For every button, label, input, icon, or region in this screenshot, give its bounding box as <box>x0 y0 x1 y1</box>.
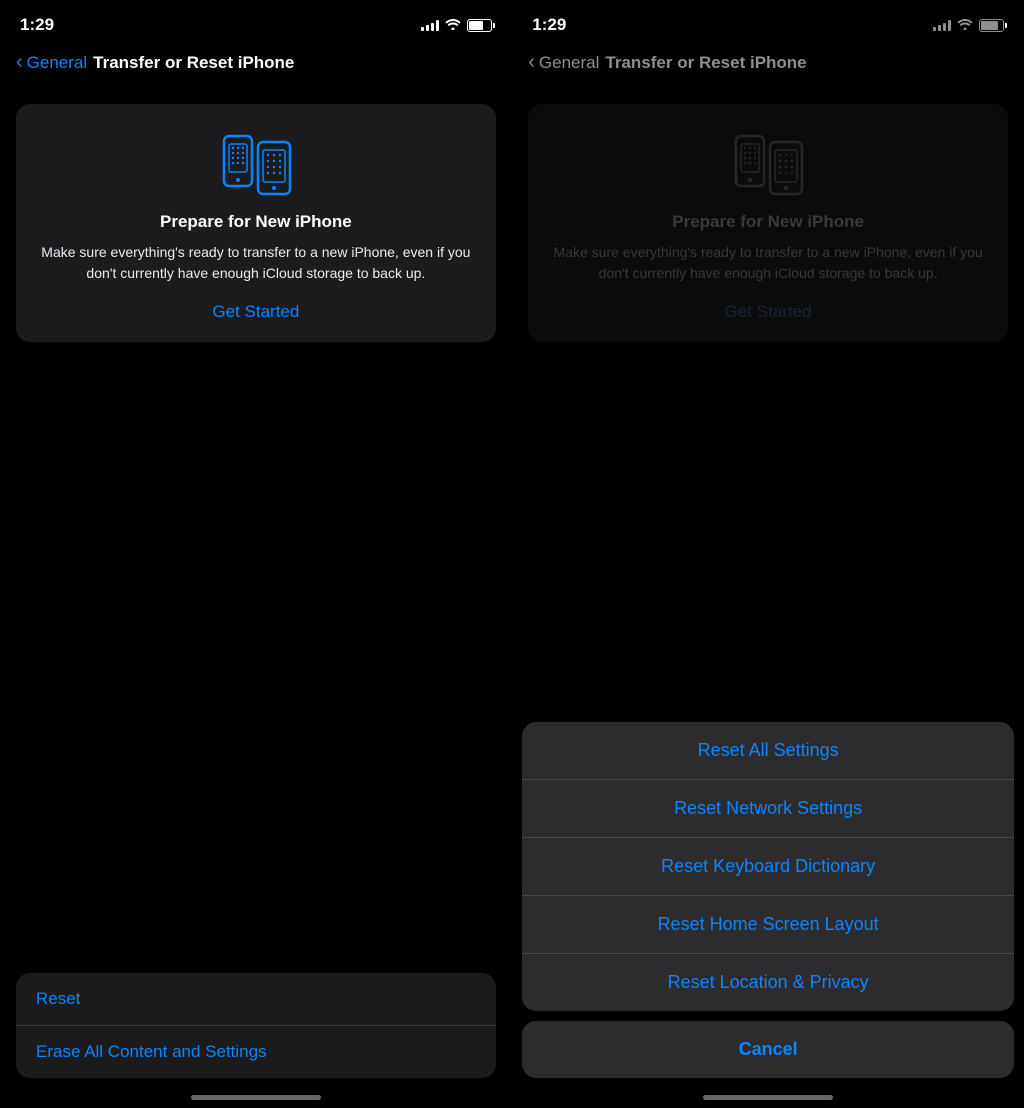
left-status-time: 1:29 <box>20 15 54 35</box>
reset-location-privacy-item[interactable]: Reset Location & Privacy <box>522 954 1014 1011</box>
right-card-title: Prepare for New iPhone <box>672 212 864 232</box>
battery-fill <box>469 21 484 30</box>
left-nav-title: Transfer or Reset iPhone <box>93 53 294 73</box>
left-chevron-icon: ‹ <box>16 51 23 74</box>
left-card-title: Prepare for New iPhone <box>160 212 352 232</box>
reset-all-settings-item[interactable]: Reset All Settings <box>522 722 1014 780</box>
left-back-button[interactable]: ‹ General <box>16 52 87 74</box>
cancel-button[interactable]: Cancel <box>522 1021 1014 1078</box>
action-sheet-section: Reset All Settings Reset Network Setting… <box>522 722 1014 1078</box>
left-card-link[interactable]: Get Started <box>212 302 299 322</box>
left-status-icons <box>421 18 492 33</box>
left-card-section: Prepare for New iPhone Make sure everyth… <box>0 88 512 342</box>
right-signal-icon <box>933 19 951 31</box>
reset-network-settings-item[interactable]: Reset Network Settings <box>522 780 1014 838</box>
transfer-icon-gray <box>728 128 808 198</box>
left-card: Prepare for New iPhone Make sure everyth… <box>16 104 496 342</box>
reset-list-item[interactable]: Reset <box>16 973 496 1026</box>
signal-icon <box>421 19 439 31</box>
right-chevron-icon: ‹ <box>528 51 535 74</box>
right-battery-icon <box>979 19 1004 32</box>
right-nav-title: Transfer or Reset iPhone <box>605 53 806 73</box>
right-nav-bar: ‹ General Transfer or Reset iPhone <box>512 44 1024 88</box>
right-card-desc: Make sure everything's ready to transfer… <box>548 242 988 284</box>
right-status-bar: 1:29 <box>512 0 1024 44</box>
left-nav-bar: ‹ General Transfer or Reset iPhone <box>0 44 512 88</box>
right-panel: 1:29 ‹ General T <box>512 0 1024 1108</box>
right-card-section: Prepare for New iPhone Make sure everyth… <box>512 88 1024 342</box>
left-home-indicator <box>191 1095 321 1100</box>
action-cancel-section: Cancel <box>522 1021 1014 1078</box>
left-back-label: General <box>27 53 87 73</box>
right-card: Prepare for New iPhone Make sure everyth… <box>528 104 1008 342</box>
right-wifi-icon <box>957 18 973 33</box>
left-bottom-list: Reset Erase All Content and Settings <box>16 973 496 1078</box>
right-status-time: 1:29 <box>532 15 566 35</box>
right-battery-fill <box>981 21 998 30</box>
left-panel: 1:29 ‹ General T <box>0 0 512 1108</box>
right-status-icons <box>933 18 1004 33</box>
transfer-icon-blue <box>216 128 296 198</box>
right-home-indicator <box>703 1095 833 1100</box>
wifi-icon <box>445 18 461 33</box>
erase-list-item[interactable]: Erase All Content and Settings <box>16 1026 496 1078</box>
action-sheet: Reset All Settings Reset Network Setting… <box>522 722 1014 1011</box>
reset-keyboard-dictionary-item[interactable]: Reset Keyboard Dictionary <box>522 838 1014 896</box>
right-back-button[interactable]: ‹ General <box>528 52 599 74</box>
left-status-bar: 1:29 <box>0 0 512 44</box>
right-back-label: General <box>539 53 599 73</box>
battery-icon <box>467 19 492 32</box>
right-card-link[interactable]: Get Started <box>725 302 812 322</box>
reset-home-screen-layout-item[interactable]: Reset Home Screen Layout <box>522 896 1014 954</box>
left-card-desc: Make sure everything's ready to transfer… <box>36 242 476 284</box>
